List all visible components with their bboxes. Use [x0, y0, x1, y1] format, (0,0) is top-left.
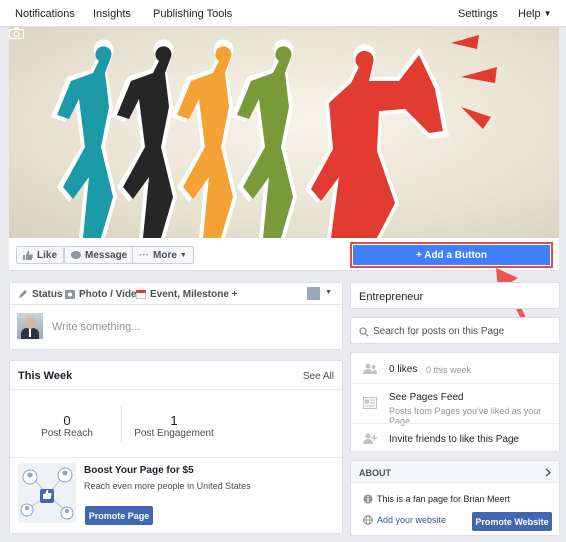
like-label: Like — [37, 249, 58, 261]
figure-orange — [171, 39, 237, 238]
thumbs-up-icon — [23, 250, 33, 260]
see-pages-feed: See Pages Feed — [389, 392, 464, 403]
promote-page-button[interactable]: Promote Page — [85, 506, 153, 525]
post-engagement-value: 1 — [170, 413, 178, 428]
page-category[interactable]: Entrepreneur — [359, 291, 423, 303]
add-website-link[interactable]: Add your website — [377, 515, 446, 525]
this-week-title: This Week — [18, 370, 73, 382]
tab-status-label: Status — [32, 289, 63, 300]
invite-friends-link: Invite friends to like this Page — [389, 434, 520, 445]
figure-teal — [51, 39, 117, 238]
post-reach-value: 0 — [63, 413, 71, 428]
nav-settings[interactable]: Settings — [458, 8, 498, 20]
see-all-link[interactable]: See All — [303, 371, 334, 382]
chevron-right-icon — [545, 468, 551, 477]
nav-help-label: Help — [518, 8, 541, 20]
globe-icon — [363, 515, 373, 525]
more-button[interactable]: ··· More ▼ — [132, 246, 194, 264]
post-reach-label[interactable]: Post Reach — [12, 428, 122, 439]
top-nav: Notifications Insights Publishing Tools … — [0, 0, 566, 27]
tab-status[interactable]: Status — [18, 289, 63, 300]
pages-feed-row[interactable]: See Pages Feed Posts from Pages you've l… — [351, 383, 559, 426]
post-composer: Status Photo / Video Event, Milestone + … — [9, 282, 343, 350]
add-friend-icon — [363, 433, 377, 444]
tab-photo-label: Photo / Video — [79, 289, 143, 300]
like-button[interactable]: Like — [16, 246, 65, 264]
about-description: This is a fan page for Brian Meert — [377, 494, 511, 504]
more-label: More — [153, 249, 177, 261]
message-icon — [71, 250, 81, 259]
pencil-icon — [19, 290, 27, 298]
search-posts-input[interactable] — [373, 326, 553, 337]
post-engagement-label[interactable]: Post Engagement — [119, 428, 229, 439]
nav-publishing-tools[interactable]: Publishing Tools — [153, 8, 232, 20]
add-a-button[interactable]: + Add a Button — [353, 245, 550, 265]
about-header[interactable]: ABOUT — [351, 461, 559, 483]
page-action-bar: Like Message ▼ ··· More ▼ + Add a Button — [9, 238, 559, 271]
likes-row[interactable]: 0 likes 0 this week — [351, 353, 559, 383]
sound-ray-2 — [461, 67, 497, 83]
page-stats-card: 0 likes 0 this week See Pages Feed Posts… — [350, 352, 560, 452]
about-card: ABOUT This is a fan page for Brian Meert… — [350, 460, 560, 536]
composer-page-avatar[interactable] — [307, 287, 320, 300]
likes-count: 0 likes — [389, 364, 418, 375]
composer-tabs: Status Photo / Video Event, Milestone + … — [10, 283, 342, 305]
this-week-card: This Week See All 0 Post Reach 1 Post En… — [9, 360, 343, 534]
tab-event-milestone[interactable]: Event, Milestone + — [136, 289, 238, 300]
promote-website-button[interactable]: Promote Website — [472, 512, 552, 531]
cover-illustration — [51, 35, 497, 238]
figure-green — [231, 39, 297, 238]
nav-notifications[interactable]: Notifications — [15, 8, 75, 20]
message-label: Message — [85, 249, 128, 261]
sound-ray-3 — [461, 107, 491, 129]
chevron-down-icon: ▼ — [179, 251, 187, 259]
nav-help[interactable]: Help ▼ — [518, 8, 552, 20]
nav-insights[interactable]: Insights — [93, 8, 131, 20]
avatar — [17, 313, 43, 339]
camera-icon[interactable] — [9, 27, 24, 39]
boost-title: Boost Your Page for $5 — [84, 465, 194, 476]
photo-icon — [65, 290, 75, 299]
calendar-icon — [136, 290, 146, 299]
cover-photo — [9, 27, 559, 238]
tab-event-label: Event, Milestone + — [150, 289, 238, 300]
sound-ray-1 — [451, 35, 479, 49]
add-button-highlight: + Add a Button — [350, 242, 553, 268]
search-posts-box — [350, 317, 560, 344]
boost-description: Reach even more people in United States — [84, 481, 251, 491]
people-icon — [363, 363, 377, 374]
tab-photo-video[interactable]: Photo / Video — [65, 289, 143, 300]
boost-illustration-icon — [18, 463, 76, 523]
chevron-down-icon: ▼ — [543, 9, 552, 18]
invite-friends-row[interactable]: Invite friends to like this Page — [351, 423, 559, 453]
category-card: Entrepreneur — [350, 282, 560, 309]
ellipsis-icon: ··· — [139, 249, 149, 261]
figure-black — [111, 39, 177, 238]
search-icon — [359, 327, 369, 337]
chevron-down-icon[interactable]: ▼ — [325, 289, 332, 296]
write-something-input[interactable]: Write something... — [52, 321, 140, 333]
feed-icon — [363, 397, 377, 409]
about-title: ABOUT — [359, 468, 391, 478]
info-icon — [363, 494, 373, 504]
likes-this-week: 0 this week — [426, 365, 472, 375]
figure-red-megaphone — [305, 44, 449, 238]
